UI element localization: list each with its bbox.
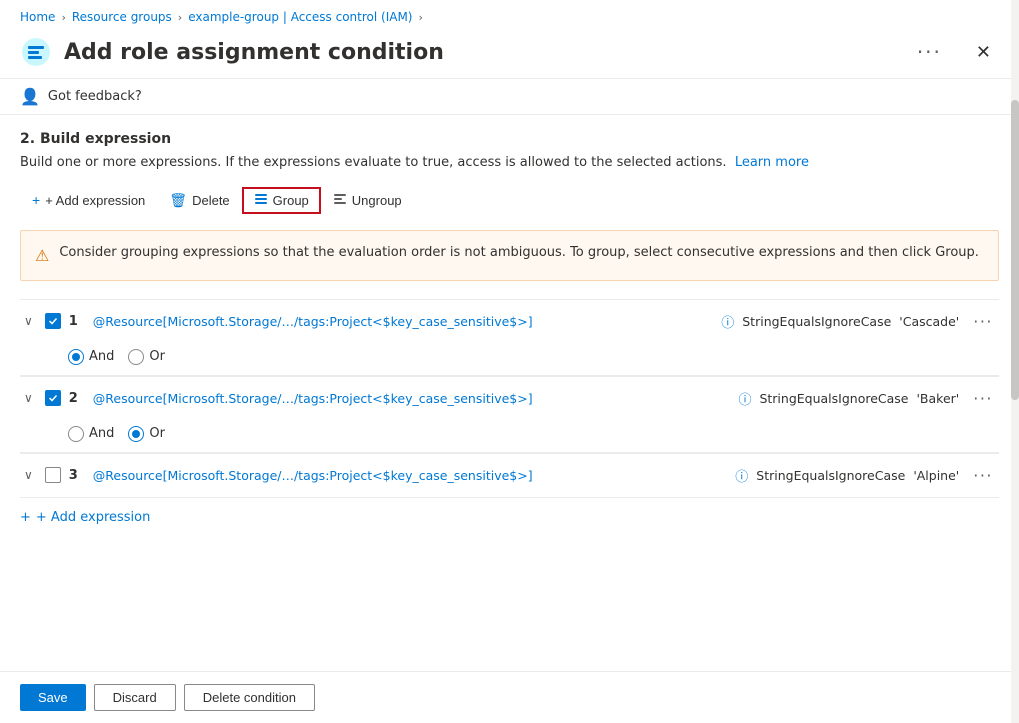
radio-or-circle-1 <box>128 349 144 365</box>
add-expression-link[interactable]: + + Add expression <box>20 498 999 529</box>
expr-operator-3: StringEqualsIgnoreCase <box>756 468 905 483</box>
expressions-list: ∨ 1 @Resource[Microsoft.Storage/…/tags:P… <box>20 299 999 498</box>
expr-value-1: 'Cascade' <box>899 314 959 329</box>
breadcrumb-resource-groups[interactable]: Resource groups <box>72 10 172 24</box>
ungroup-icon <box>333 192 347 209</box>
radio-group-1: And Or <box>68 349 165 365</box>
expr-num-1: 1 <box>69 314 85 329</box>
warning-banner: ⚠ Consider grouping expressions so that … <box>20 230 999 281</box>
group-label: Group <box>273 193 309 208</box>
radio-and-circle-1 <box>68 349 84 365</box>
expr-value-3: 'Alpine' <box>913 468 959 483</box>
radio-and-circle-2 <box>68 426 84 442</box>
delete-condition-button[interactable]: Delete condition <box>184 684 315 711</box>
breadcrumb-home[interactable]: Home <box>20 10 55 24</box>
expr-num-2: 2 <box>69 391 85 406</box>
expr-more-1[interactable]: ··· <box>967 310 999 333</box>
chevron-3[interactable]: ∨ <box>20 466 37 484</box>
radio-and-1[interactable]: And <box>68 349 114 365</box>
info-icon-2: ⓘ <box>738 389 751 408</box>
ungroup-button[interactable]: Ungroup <box>321 187 414 214</box>
feedback-label[interactable]: Got feedback? <box>48 89 142 104</box>
radio-or-1[interactable]: Or <box>128 349 165 365</box>
close-button[interactable]: ✕ <box>968 38 999 67</box>
breadcrumb-example-group[interactable]: example-group | Access control (IAM) <box>188 10 412 24</box>
delete-icon: 🗑 <box>169 192 187 209</box>
logic-row-2: And Or <box>20 420 999 453</box>
plus-icon: + <box>32 192 40 208</box>
expr-more-2[interactable]: ··· <box>967 387 999 410</box>
footer: Save Discard Delete condition <box>0 671 1019 723</box>
expr-num-3: 3 <box>69 468 85 483</box>
expr-operator-1: StringEqualsIgnoreCase <box>742 314 891 329</box>
expr-more-3[interactable]: ··· <box>967 464 999 487</box>
section-title: 2. Build expression <box>20 131 999 147</box>
add-expression-link-label: + Add expression <box>36 510 150 525</box>
expr-text-2[interactable]: @Resource[Microsoft.Storage/…/tags:Proje… <box>93 391 731 406</box>
warning-icon: ⚠ <box>35 244 49 268</box>
scrollbar-track <box>1011 0 1019 723</box>
radio-and-2[interactable]: And <box>68 426 114 442</box>
logic-row-1: And Or <box>20 343 999 376</box>
page-header: Add role assignment condition ··· ✕ <box>0 30 1019 79</box>
radio-group-2: And Or <box>68 426 165 442</box>
info-icon-3: ⓘ <box>735 466 748 485</box>
learn-more-link[interactable]: Learn more <box>735 155 809 170</box>
checkbox-3[interactable] <box>45 467 61 483</box>
group-icon <box>254 192 268 209</box>
info-icon-1: ⓘ <box>721 312 734 331</box>
checkbox-1[interactable] <box>45 313 61 329</box>
page-title: Add role assignment condition <box>64 40 899 65</box>
delete-button[interactable]: 🗑 Delete <box>157 187 241 214</box>
expression-row-3: ∨ 3 @Resource[Microsoft.Storage/…/tags:P… <box>20 454 999 497</box>
toolbar: + + Add expression 🗑 Delete Group <box>20 187 999 214</box>
expression-block-1: ∨ 1 @Resource[Microsoft.Storage/…/tags:P… <box>20 299 999 376</box>
add-expression-label: + Add expression <box>45 193 145 208</box>
breadcrumb: Home › Resource groups › example-group |… <box>0 0 1019 30</box>
save-button[interactable]: Save <box>20 684 86 711</box>
chevron-2[interactable]: ∨ <box>20 389 37 407</box>
section-description: Build one or more expressions. If the ex… <box>20 153 999 173</box>
add-expression-button[interactable]: + + Add expression <box>20 187 157 213</box>
expression-block-2: ∨ 2 @Resource[Microsoft.Storage/…/tags:P… <box>20 376 999 453</box>
content-area: 2. Build expression Build one or more ex… <box>0 115 1019 671</box>
expression-block-3: ∨ 3 @Resource[Microsoft.Storage/…/tags:P… <box>20 453 999 498</box>
scrollbar-thumb[interactable] <box>1011 100 1019 400</box>
header-more-button[interactable]: ··· <box>911 38 948 66</box>
expression-row-2: ∨ 2 @Resource[Microsoft.Storage/…/tags:P… <box>20 377 999 420</box>
expr-text-1[interactable]: @Resource[Microsoft.Storage/…/tags:Proje… <box>93 314 713 329</box>
expression-row-1: ∨ 1 @Resource[Microsoft.Storage/…/tags:P… <box>20 300 999 343</box>
radio-or-circle-2 <box>128 426 144 442</box>
checkbox-2[interactable] <box>45 390 61 406</box>
radio-or-2[interactable]: Or <box>128 426 165 442</box>
feedback-icon: 👤 <box>20 87 40 106</box>
group-button[interactable]: Group <box>242 187 321 214</box>
discard-button[interactable]: Discard <box>94 684 176 711</box>
condition-icon <box>20 36 52 68</box>
expr-value-2: 'Baker' <box>917 391 960 406</box>
main-panel: Home › Resource groups › example-group |… <box>0 0 1019 723</box>
chevron-1[interactable]: ∨ <box>20 312 37 330</box>
expr-text-3[interactable]: @Resource[Microsoft.Storage/…/tags:Proje… <box>93 468 727 483</box>
expr-operator-2: StringEqualsIgnoreCase <box>759 391 908 406</box>
warning-text: Consider grouping expressions so that th… <box>59 243 979 263</box>
ungroup-label: Ungroup <box>352 193 402 208</box>
delete-label: Delete <box>192 193 230 208</box>
feedback-bar: 👤 Got feedback? <box>0 79 1019 115</box>
add-expression-plus-icon: + <box>20 510 31 525</box>
